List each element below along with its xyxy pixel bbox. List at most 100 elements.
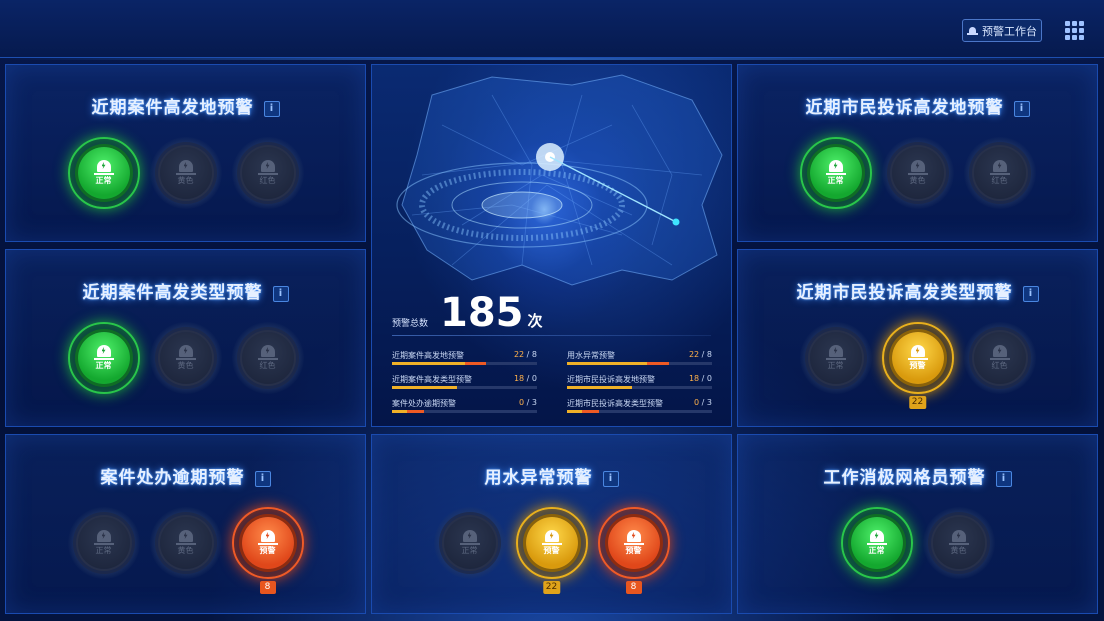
- summary-total: 预警总数 185 次: [392, 293, 543, 333]
- alarm-bulb-icon: [93, 530, 114, 545]
- panel-title: 案件处办逾期预警: [100, 468, 245, 488]
- light-disc: 正常: [77, 517, 130, 569]
- light-disc: 正常: [850, 517, 903, 569]
- light-label: 红色: [991, 176, 1008, 185]
- warning-light-red[interactable]: 预警 8: [597, 507, 670, 594]
- workbench-label: 预警工作台: [982, 24, 1037, 38]
- light-label: 预警: [625, 546, 642, 555]
- warning-light-red[interactable]: 预警 8: [231, 507, 304, 594]
- stat-bar-yellow: [567, 410, 582, 413]
- light-disc: 预警: [607, 517, 660, 569]
- warning-light-off[interactable]: 黄色: [149, 137, 222, 209]
- stat-bar-yellow: [392, 362, 465, 365]
- info-icon[interactable]: i: [995, 471, 1012, 487]
- alarm-bulb-icon: [257, 160, 278, 175]
- light-label: 正常: [95, 361, 112, 370]
- light-disc: 红色: [241, 332, 294, 384]
- light-group: 正常 黄色 红色: [738, 137, 1097, 209]
- warning-light-off[interactable]: 红色: [231, 322, 304, 394]
- light-disc: 正常: [77, 147, 130, 199]
- light-disc: 黄色: [932, 517, 985, 569]
- stat-values: 0 / 3: [694, 398, 712, 407]
- alarm-bulb-icon: [175, 345, 196, 360]
- stat-bar: [567, 410, 712, 413]
- warning-light-off[interactable]: 红色: [231, 137, 304, 209]
- warning-light-green[interactable]: 正常: [67, 137, 140, 209]
- stat-bar-yellow: [567, 362, 647, 365]
- warning-light-off[interactable]: 黄色: [149, 322, 222, 394]
- alarm-bulb-icon: [459, 530, 480, 545]
- light-disc: 预警: [525, 517, 578, 569]
- alarm-bulb-icon: [175, 530, 196, 545]
- warning-light-off[interactable]: 红色: [963, 322, 1036, 394]
- alarm-bulb-icon: [825, 345, 846, 360]
- info-icon[interactable]: i: [263, 101, 280, 117]
- warning-light-green[interactable]: 正常: [799, 137, 872, 209]
- warning-light-off[interactable]: 正常: [433, 507, 506, 579]
- stat-row: 近期市民投诉高发地预警 18 / 0: [567, 374, 712, 391]
- warning-light-off[interactable]: 黄色: [922, 507, 995, 579]
- stat-bar: [567, 362, 712, 365]
- panel-title: 近期市民投诉高发类型预警: [796, 283, 1013, 303]
- stat-bar: [392, 362, 537, 365]
- light-disc: 预警: [241, 517, 294, 569]
- light-group: 正常 预警 22 红色: [738, 322, 1097, 409]
- app-grid-icon[interactable]: [1064, 20, 1084, 40]
- alarm-bulb-icon: [93, 345, 114, 360]
- alarm-bulb-icon: [989, 345, 1010, 360]
- light-label: 黄色: [909, 176, 926, 185]
- warning-light-off[interactable]: 黄色: [149, 507, 222, 579]
- light-disc: 红色: [973, 147, 1026, 199]
- warning-light-yellow[interactable]: 预警 22: [881, 322, 954, 409]
- panel-complaint-hotspot: 近期市民投诉高发地预警 i 正常 黄色 红色: [737, 64, 1098, 242]
- light-label: 正常: [827, 176, 844, 185]
- warning-light-off[interactable]: 正常: [799, 322, 872, 394]
- warning-light-green[interactable]: 正常: [67, 322, 140, 394]
- summary-total-value: 185: [440, 290, 524, 336]
- light-label: 正常: [95, 176, 112, 185]
- warning-light-green[interactable]: 正常: [840, 507, 913, 579]
- stat-name: 近期案件高发类型预警: [392, 375, 472, 384]
- panel-case-type: 近期案件高发类型预警 i 正常 黄色 红色: [5, 249, 366, 427]
- light-label: 红色: [259, 361, 276, 370]
- info-icon[interactable]: i: [1013, 101, 1030, 117]
- alarm-bulb-icon: [866, 530, 887, 545]
- light-label: 正常: [95, 546, 112, 555]
- workbench-button[interactable]: 预警工作台: [962, 19, 1042, 42]
- count-badge: 22: [908, 396, 927, 409]
- light-label: 预警: [259, 546, 276, 555]
- stat-name: 近期市民投诉高发类型预警: [567, 399, 663, 408]
- light-label: 正常: [868, 546, 885, 555]
- light-group: 正常 预警 22 预警 8: [372, 507, 731, 594]
- alarm-bulb-icon: [541, 530, 562, 545]
- light-label: 黄色: [177, 176, 194, 185]
- light-label: 红色: [991, 361, 1008, 370]
- info-icon[interactable]: i: [254, 471, 271, 487]
- alarm-bulb-icon: [825, 160, 846, 175]
- warning-light-off[interactable]: 黄色: [881, 137, 954, 209]
- info-icon[interactable]: i: [1022, 286, 1039, 302]
- warning-light-yellow[interactable]: 预警 22: [515, 507, 588, 594]
- info-icon[interactable]: i: [272, 286, 289, 302]
- panel-water-anomaly: 用水异常预警 i 正常 预警 22 预警 8: [371, 434, 732, 614]
- warning-light-off[interactable]: 正常: [67, 507, 140, 579]
- stat-row: 近期市民投诉高发类型预警 0 / 3: [567, 398, 712, 415]
- panel-inactive-grid-staff: 工作消极网格员预警 i 正常 黄色: [737, 434, 1098, 614]
- alarm-bulb-icon: [907, 345, 928, 360]
- info-icon[interactable]: i: [602, 471, 619, 487]
- stat-name: 案件处办逾期预警: [392, 399, 456, 408]
- panel-title: 近期案件高发地预警: [91, 98, 254, 118]
- alarm-bulb-icon: [175, 160, 196, 175]
- warning-light-off[interactable]: 红色: [963, 137, 1036, 209]
- light-label: 预警: [543, 546, 560, 555]
- stat-row: 近期案件高发地预警 22 / 8: [392, 350, 537, 367]
- summary-label: 预警总数: [392, 319, 429, 329]
- light-disc: 正常: [77, 332, 130, 384]
- stat-bar-yellow: [567, 386, 633, 389]
- stat-bar-red: [646, 362, 669, 365]
- divider: [392, 335, 711, 336]
- stat-bar: [567, 386, 712, 389]
- summary-unit: 次: [527, 312, 543, 330]
- stat-bar-yellow: [392, 410, 407, 413]
- alarm-bulb-icon: [623, 530, 644, 545]
